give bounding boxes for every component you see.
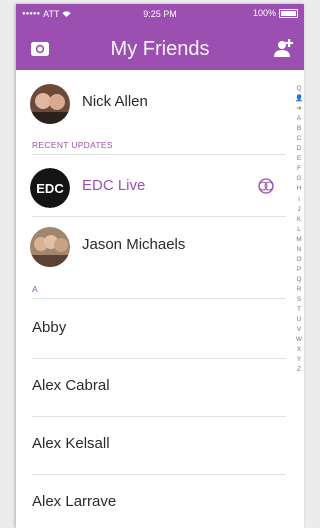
index-letter[interactable]: N bbox=[294, 245, 304, 255]
add-friend-icon[interactable] bbox=[272, 38, 294, 58]
friend-row[interactable]: Alex Cabral bbox=[16, 358, 286, 416]
index-letter[interactable]: Z bbox=[294, 365, 304, 375]
friend-name: Alex Kelsall bbox=[32, 435, 110, 452]
index-letter[interactable]: C bbox=[294, 134, 304, 144]
index-letter[interactable]: 👤 bbox=[294, 94, 304, 104]
index-letter[interactable]: S bbox=[294, 295, 304, 305]
friend-row-best[interactable]: Nick Allen bbox=[16, 74, 286, 132]
section-header-a: A bbox=[32, 284, 38, 294]
index-letter[interactable]: K bbox=[294, 215, 304, 225]
index-letter[interactable]: Q bbox=[294, 275, 304, 285]
friend-avatar bbox=[30, 84, 70, 124]
index-letter[interactable]: I bbox=[294, 195, 304, 205]
friend-name: Alex Cabral bbox=[32, 377, 110, 394]
page-title: My Friends bbox=[110, 38, 210, 60]
index-letter[interactable]: X bbox=[294, 345, 304, 355]
section-header-recent-updates: RECENT UPDATES bbox=[32, 140, 113, 150]
phone-screen: ●●●●● ATT 9:25 PM 100% My Friends Nick A… bbox=[16, 4, 304, 528]
battery-icon bbox=[279, 8, 298, 18]
friend-row[interactable]: Alex Kelsall bbox=[16, 416, 286, 474]
index-letter[interactable]: O bbox=[294, 255, 304, 265]
edc-logo-text: EDC bbox=[36, 181, 64, 196]
header-bar: ●●●●● ATT 9:25 PM 100% My Friends bbox=[16, 4, 304, 70]
index-letter[interactable]: R bbox=[294, 285, 304, 295]
index-letter[interactable]: V bbox=[294, 325, 304, 335]
friend-name: Abby bbox=[32, 319, 67, 336]
battery-percent: 100% bbox=[252, 8, 276, 18]
index-letter[interactable]: L bbox=[294, 225, 304, 235]
index-letter[interactable]: M bbox=[294, 235, 304, 245]
index-letter[interactable]: D bbox=[294, 144, 304, 154]
friend-row[interactable]: Abby bbox=[16, 300, 286, 358]
index-letter[interactable]: ➜ bbox=[294, 104, 304, 114]
index-letter[interactable]: U bbox=[294, 315, 304, 325]
friend-name: Jason Michaels bbox=[82, 236, 186, 253]
friend-row[interactable]: Alex Larrave bbox=[16, 474, 286, 528]
friend-name: Nick Allen bbox=[82, 93, 148, 110]
friend-row-edc-live[interactable]: EDC EDC Live bbox=[16, 158, 286, 216]
index-letter[interactable]: G bbox=[294, 174, 304, 184]
status-bar: ●●●●● ATT 9:25 PM 100% bbox=[16, 4, 304, 22]
index-letter[interactable]: Q bbox=[294, 84, 304, 94]
index-letter[interactable]: J bbox=[294, 205, 304, 215]
index-letter[interactable]: F bbox=[294, 164, 304, 174]
index-letter[interactable]: B bbox=[294, 124, 304, 134]
index-letter[interactable]: H bbox=[294, 184, 304, 194]
index-letter[interactable]: P bbox=[294, 265, 304, 275]
story-sync-icon[interactable] bbox=[256, 176, 276, 196]
battery-info: 100% bbox=[253, 8, 298, 18]
index-letter[interactable]: E bbox=[294, 154, 304, 164]
index-letter[interactable]: T bbox=[294, 305, 304, 315]
friend-name: Alex Larrave bbox=[32, 493, 117, 510]
friend-name: EDC Live bbox=[82, 177, 146, 194]
friend-avatar bbox=[30, 227, 70, 267]
index-letter[interactable]: A bbox=[294, 114, 304, 124]
divider bbox=[32, 298, 286, 299]
alphabet-index[interactable]: Q 👤 ➜ A B C D E F G H I J K L M N O P Q R S T U V W X Y Z bbox=[294, 84, 304, 375]
divider bbox=[32, 154, 286, 155]
edc-logo: EDC bbox=[30, 168, 70, 208]
index-letter[interactable]: W bbox=[294, 335, 304, 345]
friend-row-jason-michaels[interactable]: Jason Michaels bbox=[16, 217, 286, 275]
index-letter[interactable]: Y bbox=[294, 355, 304, 365]
